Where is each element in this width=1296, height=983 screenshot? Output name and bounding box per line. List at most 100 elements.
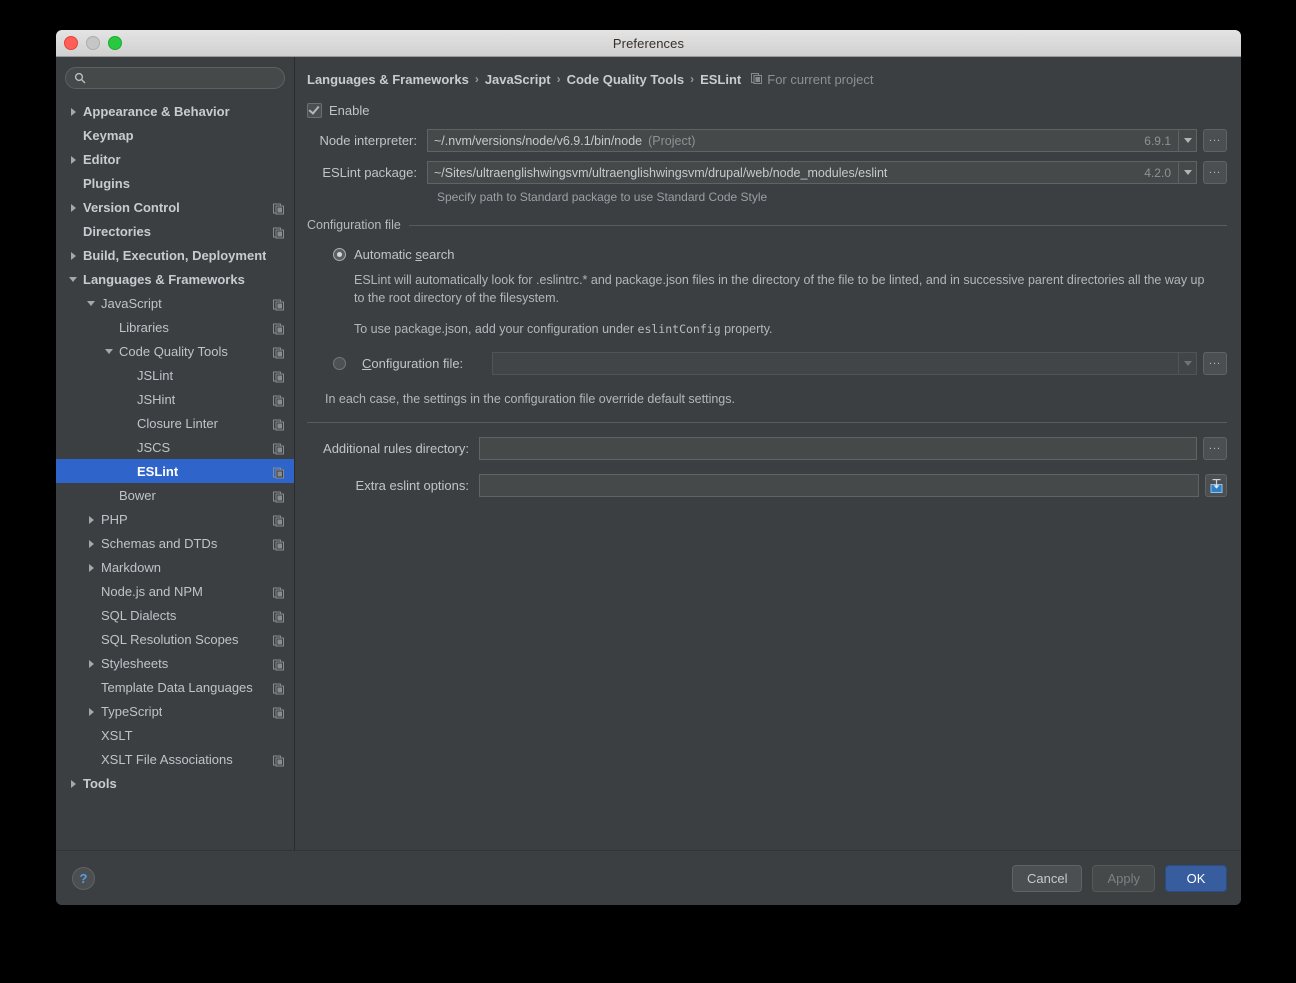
sidebar-item-label: SQL Resolution Scopes <box>101 631 239 647</box>
eslint-package-combo[interactable]: ~/Sites/ultraenglishwingsvm/ultraenglish… <box>427 161 1197 184</box>
automatic-search-description: ESLint will automatically look for .esli… <box>354 273 1205 306</box>
configuration-file-browse-button[interactable]: ... <box>1203 352 1227 376</box>
eslint-package-input[interactable]: ~/Sites/ultraenglishwingsvm/ultraenglish… <box>427 161 1141 184</box>
chevron-right-icon[interactable] <box>68 201 80 213</box>
sidebar-item-sql-dialects[interactable]: SQL Dialects <box>56 603 294 627</box>
node-interpreter-combo[interactable]: ~/.nvm/versions/node/v6.9.1/bin/node (Pr… <box>427 129 1197 152</box>
sidebar-item-keymap[interactable]: Keymap <box>56 123 294 147</box>
breadcrumb-separator: › <box>474 72 479 86</box>
configuration-file-input[interactable] <box>492 352 1178 376</box>
sidebar-item-node-js-and-npm[interactable]: Node.js and NPM <box>56 579 294 603</box>
enable-checkbox[interactable] <box>307 102 322 118</box>
chevron-right-icon[interactable] <box>86 513 98 525</box>
sidebar-item-label: Bower <box>119 487 156 503</box>
node-interpreter-input[interactable]: ~/.nvm/versions/node/v6.9.1/bin/node (Pr… <box>427 129 1141 152</box>
additional-rules-browse-button[interactable]: ... <box>1203 437 1227 461</box>
sidebar-item-xslt[interactable]: XSLT <box>56 723 294 747</box>
chevron-down-icon[interactable] <box>86 297 98 309</box>
sidebar-item-closure-linter[interactable]: Closure Linter <box>56 411 294 435</box>
project-scope-icon <box>273 442 284 455</box>
sidebar-item-label: Languages & Frameworks <box>83 271 245 287</box>
project-scope-icon <box>273 538 284 551</box>
automatic-search-row[interactable]: Automatic search <box>333 247 1227 262</box>
sidebar-item-appearance-behavior[interactable]: Appearance & Behavior <box>56 99 294 123</box>
eslint-package-chevron-down-icon[interactable] <box>1178 161 1197 184</box>
close-button[interactable] <box>64 36 78 50</box>
sidebar-item-markdown[interactable]: Markdown <box>56 555 294 579</box>
project-scope-icon <box>273 298 284 311</box>
chevron-right-icon[interactable] <box>68 153 80 165</box>
chevron-right-icon[interactable] <box>86 657 98 669</box>
help-button[interactable]: ? <box>72 866 95 890</box>
apply-button[interactable]: Apply <box>1092 864 1155 892</box>
maximize-button[interactable] <box>108 36 122 50</box>
sidebar-item-code-quality-tools[interactable]: Code Quality Tools <box>56 339 294 363</box>
search-input[interactable] <box>91 71 276 85</box>
project-scope-icon <box>273 370 284 383</box>
sidebar-item-jshint[interactable]: JSHint <box>56 387 294 411</box>
chevron-right-icon[interactable] <box>68 249 80 261</box>
sidebar-item-xslt-file-associations[interactable]: XSLT File Associations <box>56 747 294 771</box>
project-scope-icon <box>273 202 284 215</box>
sidebar-item-languages-frameworks[interactable]: Languages & Frameworks <box>56 267 294 291</box>
sidebar-item-version-control[interactable]: Version Control <box>56 195 294 219</box>
eslint-package-row: ESLint package: ~/Sites/ultraenglishwing… <box>307 161 1227 184</box>
configuration-file-chevron-down-icon[interactable] <box>1178 352 1197 376</box>
sidebar-item-bower[interactable]: Bower <box>56 483 294 507</box>
sidebar-item-label: Directories <box>83 223 151 239</box>
automatic-search-radio[interactable] <box>333 248 346 261</box>
sidebar-item-editor[interactable]: Editor <box>56 147 294 171</box>
project-scope-icon <box>273 418 284 431</box>
sidebar-item-label: ESLint <box>137 463 179 479</box>
breadcrumb-item: JavaScript <box>484 71 551 87</box>
automatic-search-label: Automatic search <box>354 247 455 262</box>
chevron-right-icon[interactable] <box>86 705 98 717</box>
ok-button[interactable]: OK <box>1165 864 1227 892</box>
minimize-button[interactable] <box>86 36 100 50</box>
extra-options-expand-icon[interactable] <box>1205 474 1227 498</box>
project-scope-icon <box>273 754 284 767</box>
eslint-settings-content: Enable Node interpreter: ~/.nvm/versions… <box>295 100 1241 498</box>
extra-options-input[interactable] <box>479 474 1199 498</box>
sidebar-item-tools[interactable]: Tools <box>56 771 294 795</box>
configuration-file-radio[interactable] <box>333 357 346 371</box>
sidebar-item-sql-resolution-scopes[interactable]: SQL Resolution Scopes <box>56 627 294 651</box>
sidebar-item-template-data-languages[interactable]: Template Data Languages <box>56 675 294 699</box>
sidebar-item-stylesheets[interactable]: Stylesheets <box>56 651 294 675</box>
sidebar-item-jslint[interactable]: JSLint <box>56 363 294 387</box>
chevron-right-icon[interactable] <box>86 537 98 549</box>
sidebar-item-plugins[interactable]: Plugins <box>56 171 294 195</box>
override-note: In each case, the settings in the config… <box>325 392 735 407</box>
chevron-right-icon[interactable] <box>86 561 98 573</box>
sidebar-item-eslint[interactable]: ESLint <box>56 459 294 483</box>
sidebar-item-php[interactable]: PHP <box>56 507 294 531</box>
sidebar-item-schemas-and-dtds[interactable]: Schemas and DTDs <box>56 531 294 555</box>
node-interpreter-label: Node interpreter: <box>319 133 417 148</box>
chevron-down-icon[interactable] <box>68 273 80 285</box>
configuration-file-combo[interactable] <box>492 352 1197 376</box>
sidebar-item-javascript[interactable]: JavaScript <box>56 291 294 315</box>
sidebar-item-jscs[interactable]: JSCS <box>56 435 294 459</box>
sidebar-item-directories[interactable]: Directories <box>56 219 294 243</box>
cancel-button[interactable]: Cancel <box>1012 864 1083 892</box>
chevron-right-icon[interactable] <box>68 105 80 117</box>
eslint-config-code: eslintConfig <box>637 322 721 337</box>
node-interpreter-chevron-down-icon[interactable] <box>1178 129 1197 152</box>
sidebar-item-build-execution-deployment[interactable]: Build, Execution, Deployment <box>56 243 294 267</box>
node-interpreter-browse-button[interactable]: ... <box>1203 129 1227 152</box>
project-scope-icon <box>273 658 284 671</box>
search-field[interactable] <box>65 67 285 89</box>
sidebar-item-label: Code Quality Tools <box>119 343 228 359</box>
enable-label: Enable <box>329 102 370 118</box>
breadcrumb-item: Code Quality Tools <box>566 71 685 87</box>
breadcrumb-item: ESLint <box>700 71 742 87</box>
sidebar-item-typescript[interactable]: TypeScript <box>56 699 294 723</box>
chevron-down-icon[interactable] <box>104 345 116 357</box>
sidebar-item-label: JSLint <box>137 367 174 383</box>
eslint-package-browse-button[interactable]: ... <box>1203 161 1227 184</box>
sidebar-item-libraries[interactable]: Libraries <box>56 315 294 339</box>
chevron-right-icon[interactable] <box>68 777 80 789</box>
additional-rules-input[interactable] <box>479 437 1197 461</box>
